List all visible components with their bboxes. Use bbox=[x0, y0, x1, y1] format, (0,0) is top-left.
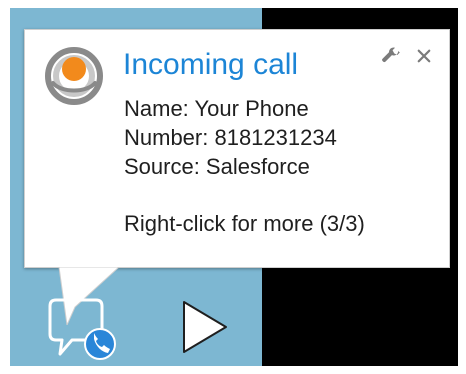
notification-title: Incoming call bbox=[123, 48, 299, 81]
app-logo-icon bbox=[43, 45, 105, 107]
chat-phone-icon[interactable] bbox=[44, 298, 118, 362]
notification-controls bbox=[375, 41, 439, 71]
context-hint: Right-click for more (3/3) bbox=[124, 211, 365, 236]
incoming-call-notification[interactable]: Incoming call Name: Your Phone Number: 8… bbox=[24, 29, 450, 268]
call-source: Source: Salesforce bbox=[124, 154, 310, 179]
caller-number: Number: 8181231234 bbox=[124, 125, 337, 150]
caller-name: Name: Your Phone bbox=[124, 96, 309, 121]
close-icon[interactable] bbox=[409, 41, 439, 71]
wrench-icon[interactable] bbox=[375, 41, 405, 71]
bottom-icons bbox=[44, 298, 238, 362]
play-icon[interactable] bbox=[178, 298, 230, 356]
caller-info: Name: Your Phone Number: 8181231234 Sour… bbox=[124, 94, 365, 238]
